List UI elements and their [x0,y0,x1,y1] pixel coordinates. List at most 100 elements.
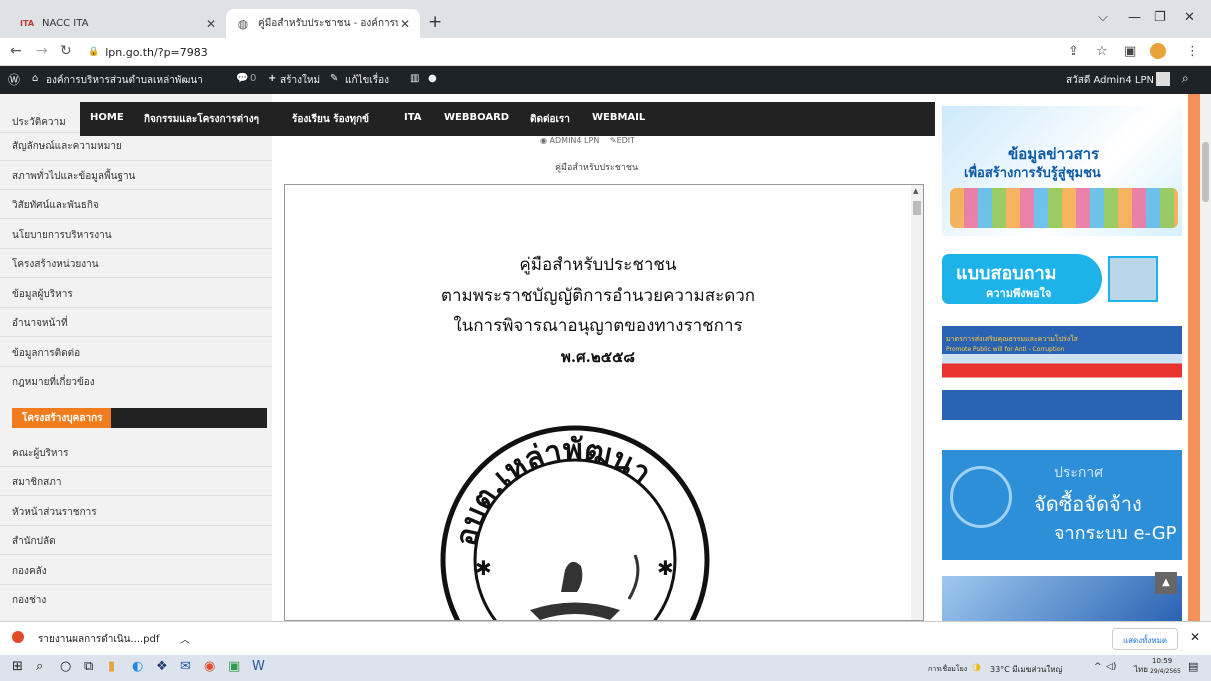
wordpress-icon[interactable]: Ⓦ [8,71,20,88]
egp-banner[interactable]: ประกาศ จัดซื้อจัดจ้าง จากระบบ e-GP [942,450,1182,560]
pdf-scrollbar[interactable]: ▲ [911,185,923,620]
edit-icon: ✎ [609,136,617,145]
tab-nacc-ita[interactable]: ITA NACC ITA ✕ [10,9,226,38]
page-scrollbar[interactable] [1200,94,1211,621]
reload-icon[interactable]: ↻ [60,43,72,59]
maximize-icon[interactable]: ❐ [1154,10,1166,25]
admin-greeting[interactable]: สวัสดี Admin4 LPN [1066,73,1154,88]
profile-avatar[interactable] [1150,43,1166,59]
nav-home[interactable]: HOME [90,112,124,123]
news-banner[interactable]: ข้อมูลข่าวสาร เพื่อสร้างการรับรู้สู่ชุมช… [942,106,1182,236]
line-icon[interactable]: ▣ [228,659,240,674]
close-tab-icon[interactable]: ✕ [206,17,216,31]
cortana-icon[interactable]: ○ [60,659,71,674]
nav-webmail[interactable]: WEBMAIL [592,112,645,123]
sidebar-item-org-structure[interactable]: โครงสร้างหน่วยงาน [12,257,99,272]
share-icon[interactable]: ⇪ [1068,44,1079,59]
back-icon[interactable]: ← [10,43,22,59]
doc-line-4: พ.ศ.๒๕๕๘ [560,348,636,366]
ita-favicon-icon: ITA [20,19,35,28]
stats-icon[interactable]: ▥ [410,73,419,84]
survey-banner-title: แบบสอบถาม [956,263,1057,284]
sidebar-item-symbol[interactable]: สัญลักษณ์และความหมาย [12,139,122,154]
sidebar: ประวัติความ สัญลักษณ์และความหมาย สภาพทั่… [0,94,272,621]
post-title: คู่มือสำหรับประชาชน [555,163,639,173]
sidebar-item-admin-board[interactable]: คณะผู้บริหาร [12,446,69,461]
home-icon[interactable]: ⌂ [32,73,38,84]
app-icon[interactable]: ❖ [156,659,168,674]
seal-text: อบต.เหล่าพัฒนา [449,433,658,549]
admin-site-name[interactable]: องค์การบริหารส่วนตำบลเหล่าพัฒนา [46,73,203,88]
admin-edit-post[interactable]: แก้ไขเรื่อง [345,73,389,88]
windows-start-icon[interactable]: ⊞ [12,659,23,674]
network-status[interactable]: การเชื่อมโยง [928,664,967,675]
egp-banner-line3: จากระบบ e-GP [1054,523,1177,544]
post-author[interactable]: ADMIN4 LPN [550,136,600,145]
nav-webboard[interactable]: WEBBOARD [444,112,509,123]
chrome-icon[interactable]: ◉ [204,659,215,674]
chevron-up-icon[interactable]: ︿ [180,631,190,646]
menu-kebab-icon[interactable]: ⋮ [1186,44,1199,59]
sidebar-item-laws[interactable]: กฎหมายที่เกี่ยวข้อง [12,375,95,390]
sidebar-item-engineering[interactable]: กองช่าง [12,593,46,608]
pdf-viewer[interactable]: คู่มือสำหรับประชาชน ตามพระราชบัญญัติการอ… [284,184,924,621]
file-explorer-icon[interactable]: ▮ [108,659,115,674]
globe-favicon-icon: ◍ [237,16,249,31]
chrome-pdf-icon [12,631,24,643]
sidebar-item-executives[interactable]: ข้อมูลผู้บริหาร [12,287,73,302]
admin-new[interactable]: สร้างใหม่ [280,73,320,88]
sidebar-item-vision[interactable]: วิสัยทัศน์และพันธกิจ [12,198,99,213]
nav-activities[interactable]: กิจกรรมและโครงการต่างๆ [144,112,259,127]
sidebar-item-contact[interactable]: ข้อมูลการติดต่อ [12,346,80,361]
sidebar-item-policy[interactable]: นโยบายการบริหารงาน [12,228,112,243]
comments-icon[interactable]: 💬 [236,73,248,84]
survey-banner[interactable]: แบบสอบถาม ความพึงพอใจ [942,254,1182,304]
nav-ita[interactable]: ITA [404,112,422,123]
sidebar-item-dept-heads[interactable]: หัวหน้าส่วนราชการ [12,505,97,520]
tab-label: NACC ITA [42,18,89,29]
mail-icon[interactable]: ✉ [180,659,191,674]
new-tab-button[interactable]: + [428,12,442,32]
notifications-icon[interactable]: ▤ [1188,660,1198,673]
admin-search-icon[interactable]: ⌕ [1182,71,1189,86]
word-icon[interactable]: W [252,659,265,674]
bookmark-star-icon[interactable]: ☆ [1096,44,1108,59]
post-meta: ◉ ADMIN4 LPN ✎EDIT [540,136,635,145]
scroll-to-top-button[interactable]: ▲ [1155,572,1177,594]
show-all-downloads-button[interactable]: แสดงทั้งหมด [1112,628,1179,650]
task-view-icon[interactable]: ⧉ [84,659,93,674]
integrity-banner-title: มาตรการส่งเสริมคุณธรรมและความโปร่งใส [946,335,1078,343]
language-indicator[interactable]: ไทย [1134,663,1148,676]
sidebar-item-council[interactable]: สมาชิกสภา [12,475,61,490]
close-tab-icon[interactable]: ✕ [400,17,410,31]
tab-search-icon[interactable]: ⌵ [1098,10,1108,25]
sidebar-item-finance[interactable]: กองคลัง [12,564,47,579]
sidebar-section-title: โครงสร้างบุคลากร [12,408,111,428]
side-panel-icon[interactable]: ▣ [1124,44,1136,59]
tab-active-manual[interactable]: ◍ คู่มือสำหรับประชาชน - องค์การบริหาร ✕ [226,9,420,38]
integrity-banner[interactable]: มาตรการส่งเสริมคุณธรรมและความโปร่งใส Pro… [942,326,1182,420]
building-banner[interactable] [942,576,1182,621]
clock-date[interactable]: 29/4/2565 [1150,668,1181,675]
sidebar-item-authority[interactable]: อำนาจหน้าที่ [12,316,68,331]
plus-icon[interactable]: + [268,73,276,84]
close-download-bar-icon[interactable]: ✕ [1190,630,1200,644]
edge-icon[interactable]: ◐ [132,659,143,674]
forward-icon[interactable]: → [36,43,48,59]
clock-time[interactable]: 10:59 [1152,657,1172,665]
volume-icon[interactable]: ◁) [1106,662,1116,672]
sidebar-item-history[interactable]: ประวัติความ [12,115,66,130]
organization-seal-icon: อบต.เหล่าพัฒนา ✱ ✱ [440,425,710,620]
download-filename[interactable]: รายงานผลการดำเนิน....pdf [38,632,159,647]
minimize-icon[interactable]: — [1128,10,1141,25]
sidebar-item-general-info[interactable]: สภาพทั่วไปและข้อมูลพื้นฐาน [12,169,135,184]
sidebar-item-office[interactable]: สำนักปลัด [12,534,56,549]
search-icon[interactable]: ⌕ [36,659,43,674]
nav-contact[interactable]: ติดต่อเรา [530,112,570,127]
tray-chevron-icon[interactable]: ^ [1094,662,1102,672]
nav-complaints[interactable]: ร้องเรียน ร้องทุกข์ [292,112,369,127]
weather-text[interactable]: 33°C มีเมฆส่วนใหญ่ [990,663,1062,676]
close-window-icon[interactable]: ✕ [1184,10,1195,25]
url-bar[interactable]: 🔒 lpn.go.th/?p=7983 [88,41,1048,63]
post-edit-link[interactable]: EDIT [617,136,635,145]
